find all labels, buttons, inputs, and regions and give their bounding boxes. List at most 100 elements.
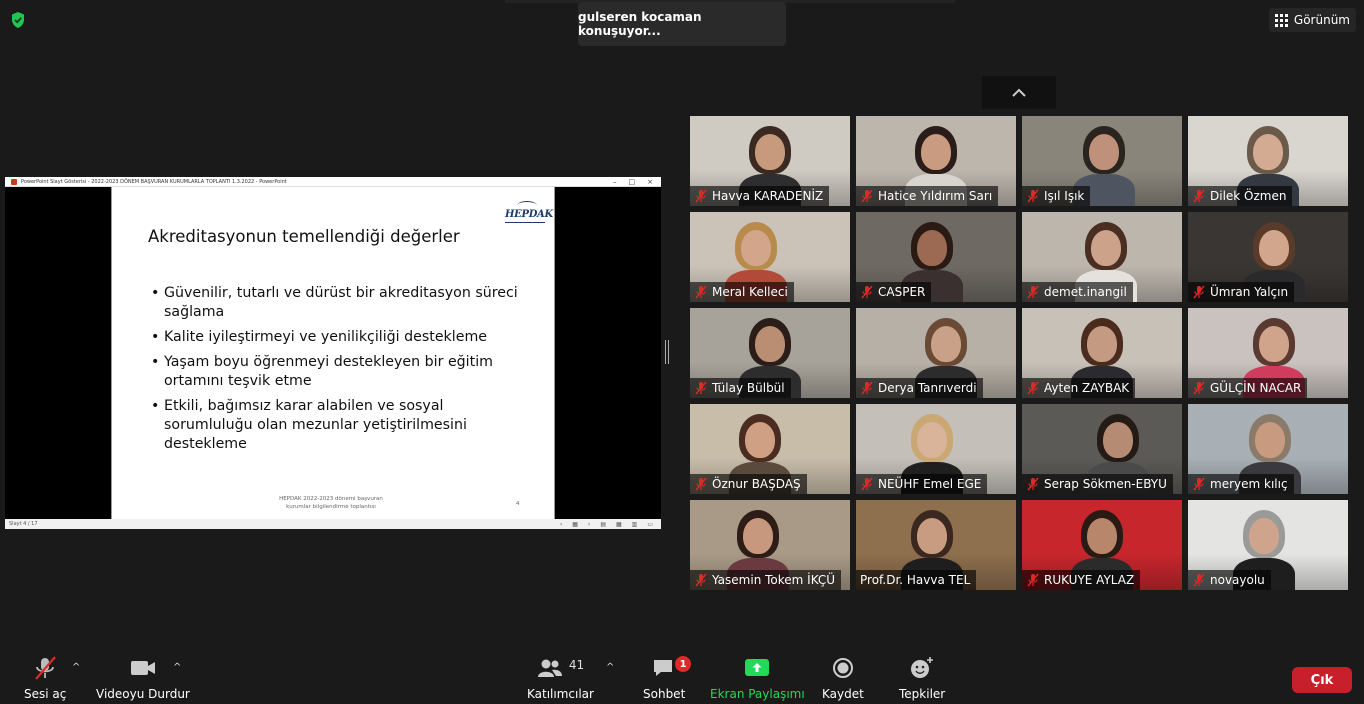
- participant-tile[interactable]: Havva KARADENİZ: [690, 116, 850, 206]
- participant-tile[interactable]: RUKUYE AYLAZ: [1022, 500, 1182, 590]
- mic-muted-icon: [860, 285, 874, 299]
- slide-number: 4: [516, 501, 520, 507]
- participant-tile[interactable]: demet.inangil: [1022, 212, 1182, 302]
- slide-bullet: Kalite iyileştirmeyi ve yenilikçiliği de…: [151, 328, 521, 347]
- next-slide-icon: ›: [587, 520, 591, 528]
- zoom-meeting-window: gulseren kocaman konuşuyor... Görünüm Po…: [0, 0, 1364, 704]
- mic-muted-icon: [1026, 573, 1040, 587]
- share-screen-button[interactable]: Ekran Paylaşımı: [710, 650, 805, 701]
- active-speaker-toast: gulseren kocaman konuşuyor...: [578, 2, 786, 46]
- close-icon: ×: [647, 177, 653, 186]
- participant-tile[interactable]: NEÜHF Emel EGE: [856, 404, 1016, 494]
- participant-name-bar: Meral Kelleci: [690, 282, 794, 302]
- participant-tile[interactable]: Tülay Bülbül: [690, 308, 850, 398]
- participant-tile[interactable]: meryem kılıç: [1188, 404, 1348, 494]
- share-screen-label: Ekran Paylaşımı: [710, 687, 805, 701]
- video-camera-icon: [130, 650, 156, 686]
- participant-tile[interactable]: Yasemin Tokem İKÇÜ: [690, 500, 850, 590]
- participant-name: Serap Sökmen-EBYU: [1044, 477, 1167, 491]
- slideshow-controls: ‹ ▦ › ▤ ▦ ▥ ▭: [560, 521, 657, 528]
- participant-tile[interactable]: novayolu: [1188, 500, 1348, 590]
- mic-muted-icon: [694, 189, 708, 203]
- participant-name: Havva KARADENİZ: [712, 189, 824, 203]
- participant-name-bar: NEÜHF Emel EGE: [856, 474, 988, 494]
- maximize-icon: □: [628, 177, 636, 186]
- audio-options-chevron-icon[interactable]: ^: [72, 662, 82, 673]
- participant-tile[interactable]: Derya Tanrıverdi: [856, 308, 1016, 398]
- record-label: Kaydet: [822, 687, 864, 701]
- participant-name: Meral Kelleci: [712, 285, 788, 299]
- participant-name: Işıl Işık: [1044, 189, 1085, 203]
- hepdak-logo: HEPDAK: [505, 201, 553, 223]
- mic-muted-icon: [694, 285, 708, 299]
- participants-button[interactable]: 41 Katılımcılar: [527, 650, 594, 701]
- mic-muted-icon: [1192, 477, 1206, 491]
- meeting-toolbar: Sesi aç ^ Videoyu Durdur ^ 41 Katılımcıl…: [0, 650, 1364, 704]
- chat-label: Sohbet: [643, 687, 686, 701]
- chevron-up-icon: [1012, 88, 1026, 97]
- mic-muted-icon: [694, 477, 708, 491]
- mic-muted-icon: [1026, 189, 1040, 203]
- participant-name: Dilek Özmen: [1210, 189, 1287, 203]
- collapse-gallery-button[interactable]: [982, 76, 1056, 109]
- participant-name: Prof.Dr. Havva TEL: [860, 573, 971, 587]
- participant-name-bar: Işıl Işık: [1022, 186, 1091, 206]
- participant-tile[interactable]: Prof.Dr. Havva TEL: [856, 500, 1016, 590]
- participant-tile[interactable]: Hatice Yıldırım Sarı: [856, 116, 1016, 206]
- unmute-button[interactable]: Sesi aç: [24, 650, 66, 701]
- view-button[interactable]: Görünüm: [1268, 8, 1356, 32]
- participant-gallery: Havva KARADENİZ Hatice Yıldırım Sarı Işıl …: [690, 116, 1348, 590]
- mic-muted-icon: [1026, 285, 1040, 299]
- participant-tile[interactable]: Ümran Yalçın: [1188, 212, 1348, 302]
- record-icon: [832, 650, 854, 686]
- mic-muted-icon: [860, 381, 874, 395]
- participant-name: Ümran Yalçın: [1210, 285, 1289, 299]
- participant-name-bar: RUKUYE AYLAZ: [1022, 570, 1141, 590]
- slide-bullets: Güvenilir, tutarlı ve dürüst bir akredit…: [151, 284, 521, 460]
- participant-tile[interactable]: Işıl Işık: [1022, 116, 1182, 206]
- participant-tile[interactable]: Ayten ZAYBAK: [1022, 308, 1182, 398]
- participant-name-bar: Ümran Yalçın: [1188, 282, 1295, 302]
- participant-name: Derya Tanrıverdi: [878, 381, 977, 395]
- participant-tile[interactable]: Serap Sökmen-EBYU: [1022, 404, 1182, 494]
- reading-view-icon: ▥: [631, 520, 638, 528]
- participant-tile[interactable]: Dilek Özmen: [1188, 116, 1348, 206]
- participant-name: GÜLÇİN NACAR: [1210, 381, 1302, 395]
- participant-name-bar: Yasemin Tokem İKÇÜ: [690, 570, 842, 590]
- stop-video-button[interactable]: Videoyu Durdur: [96, 650, 190, 701]
- mic-muted-icon: [1192, 381, 1206, 395]
- chat-button[interactable]: 1 Sohbet: [643, 650, 692, 701]
- reactions-label: Tepkiler: [899, 687, 946, 701]
- view-button-label: Görünüm: [1293, 13, 1350, 27]
- participant-name-bar: Öznur BAŞDAŞ: [690, 474, 807, 494]
- slide-counter: Slayt 4 / 17: [9, 521, 38, 527]
- mic-muted-icon: [860, 477, 874, 491]
- slideshow-view-icon: ▭: [647, 520, 653, 528]
- participant-name-bar: Tülay Bülbül: [690, 378, 791, 398]
- participant-tile[interactable]: CASPER: [856, 212, 1016, 302]
- reactions-button[interactable]: Tepkiler: [899, 650, 945, 701]
- participant-tile[interactable]: GÜLÇİN NACAR: [1188, 308, 1348, 398]
- split-view-handle[interactable]: [665, 340, 669, 364]
- video-options-chevron-icon[interactable]: ^: [173, 662, 183, 673]
- participant-tile[interactable]: Meral Kelleci: [690, 212, 850, 302]
- prev-slide-icon: ‹: [559, 520, 563, 528]
- participant-name: RUKUYE AYLAZ: [1044, 573, 1135, 587]
- leave-button[interactable]: Çık: [1292, 667, 1352, 693]
- participant-name: NEÜHF Emel EGE: [878, 477, 982, 491]
- mic-muted-icon: [31, 650, 59, 686]
- shield-check-icon[interactable]: [8, 10, 28, 30]
- unmute-label: Sesi aç: [24, 687, 67, 701]
- mic-muted-icon: [1026, 477, 1040, 491]
- participant-name: novayolu: [1210, 573, 1265, 587]
- participants-options-chevron-icon[interactable]: ^: [606, 662, 616, 673]
- participants-count: 41: [568, 658, 585, 672]
- slide: HEPDAK Akreditasyonun temellendiği değer…: [111, 187, 555, 519]
- slide-title: Akreditasyonun temellendiği değerler: [148, 227, 460, 246]
- slideshow-statusbar: Slayt 4 / 17 ‹ ▦ › ▤ ▦ ▥ ▭: [5, 519, 661, 529]
- participant-name-bar: Havva KARADENİZ: [690, 186, 830, 206]
- participant-tile[interactable]: Öznur BAŞDAŞ: [690, 404, 850, 494]
- record-button[interactable]: Kaydet: [822, 650, 864, 701]
- smiley-add-icon: [909, 650, 935, 686]
- mic-muted-icon: [1026, 381, 1040, 395]
